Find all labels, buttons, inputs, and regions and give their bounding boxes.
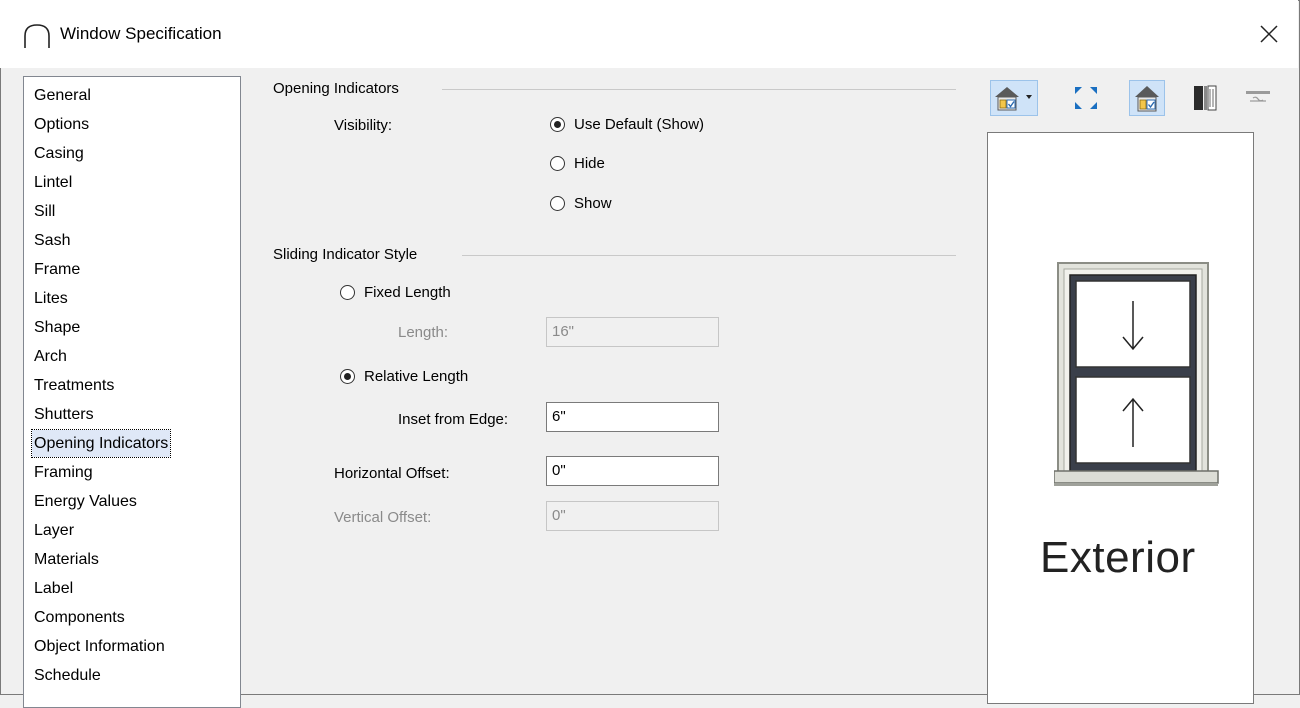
category-list[interactable]: General Options Casing Lintel Sill Sash …: [23, 76, 241, 708]
vertical-offset-field[interactable]: 0": [546, 501, 719, 531]
sidebar-item-shape[interactable]: Shape: [32, 314, 82, 341]
length-label: Length:: [398, 324, 449, 341]
radio-indicator: [340, 369, 355, 384]
radio-label: Show: [574, 195, 612, 212]
sidebar-item-sill[interactable]: Sill: [32, 198, 57, 225]
length-field[interactable]: 16": [546, 317, 719, 347]
sidebar-item-frame[interactable]: Frame: [32, 256, 82, 283]
sidebar-item-lites[interactable]: Lites: [32, 285, 70, 312]
house-checked-button[interactable]: [1129, 80, 1165, 116]
sidebar-item-object-information[interactable]: Object Information: [32, 633, 167, 660]
radio-label: Hide: [574, 155, 605, 172]
relative-length-radio[interactable]: Relative Length: [340, 368, 468, 385]
sidebar-item-treatments[interactable]: Treatments: [32, 372, 116, 399]
radio-indicator: [550, 156, 565, 171]
vertical-offset-label: Vertical Offset:: [334, 509, 432, 526]
close-button[interactable]: [1240, 0, 1298, 68]
sidebar-item-layer[interactable]: Layer: [32, 517, 76, 544]
sidebar-item-options[interactable]: Options: [32, 111, 91, 138]
wall-section-button[interactable]: [1187, 80, 1223, 116]
inset-from-edge-label: Inset from Edge:: [398, 411, 509, 428]
sidebar-item-lintel[interactable]: Lintel: [32, 169, 74, 196]
visibility-show-radio[interactable]: Show: [550, 195, 612, 212]
radio-label: Use Default (Show): [574, 116, 705, 133]
radio-label: Relative Length: [364, 368, 469, 385]
house-view-dropdown-button[interactable]: [990, 80, 1038, 116]
sidebar-item-arch[interactable]: Arch: [32, 343, 69, 370]
sidebar-item-sash[interactable]: Sash: [32, 227, 72, 254]
section-divider: [442, 89, 956, 90]
dialog-title: Window Specification: [60, 24, 222, 43]
visibility-hide-radio[interactable]: Hide: [550, 155, 605, 172]
section-divider: [462, 255, 956, 256]
house-view-dropdown-icon: [995, 87, 1032, 111]
sidebar-item-label[interactable]: Label: [32, 575, 75, 602]
radio-indicator: [340, 285, 355, 300]
visibility-label: Visibility:: [334, 117, 393, 134]
sidebar-item-opening-indicators[interactable]: Opening Indicators: [30, 429, 172, 458]
view-label: Exterior: [1040, 533, 1196, 582]
fit-view-button[interactable]: [1068, 80, 1104, 116]
arch-window-icon: [22, 22, 52, 50]
wall-section-icon: [1194, 85, 1217, 111]
fit-view-icon: [1075, 87, 1097, 109]
sidebar-item-general[interactable]: General: [32, 82, 93, 109]
house-checked-icon: [1135, 86, 1159, 112]
sidebar-item-casing[interactable]: Casing: [32, 140, 86, 167]
sidebar-item-energy-values[interactable]: Energy Values: [32, 488, 139, 515]
double-hung-window-preview: [1054, 262, 1219, 486]
close-icon: [1260, 25, 1278, 43]
sidebar-item-schedule[interactable]: Schedule: [32, 662, 103, 689]
sidebar-item-shutters[interactable]: Shutters: [32, 401, 96, 428]
horizontal-offset-field[interactable]: 0": [546, 456, 719, 486]
rotate-view-button[interactable]: [1240, 80, 1276, 116]
visibility-use-default-radio[interactable]: Use Default (Show): [550, 116, 704, 133]
sidebar-item-components[interactable]: Components: [32, 604, 127, 631]
opening-indicators-heading: Opening Indicators: [273, 80, 399, 97]
rotate-view-icon: [1246, 91, 1270, 102]
preview-panel: Exterior: [987, 132, 1254, 704]
sidebar-item-framing[interactable]: Framing: [32, 459, 95, 486]
horizontal-offset-label: Horizontal Offset:: [334, 465, 450, 482]
radio-label: Fixed Length: [364, 284, 451, 301]
radio-indicator: [550, 117, 565, 132]
sidebar-item-materials[interactable]: Materials: [32, 546, 101, 573]
sliding-indicator-style-heading: Sliding Indicator Style: [273, 246, 418, 263]
inset-from-edge-field[interactable]: 6": [546, 402, 719, 432]
radio-indicator: [550, 196, 565, 211]
fixed-length-radio[interactable]: Fixed Length: [340, 284, 451, 301]
title-bar: Window Specification: [0, 0, 1298, 68]
